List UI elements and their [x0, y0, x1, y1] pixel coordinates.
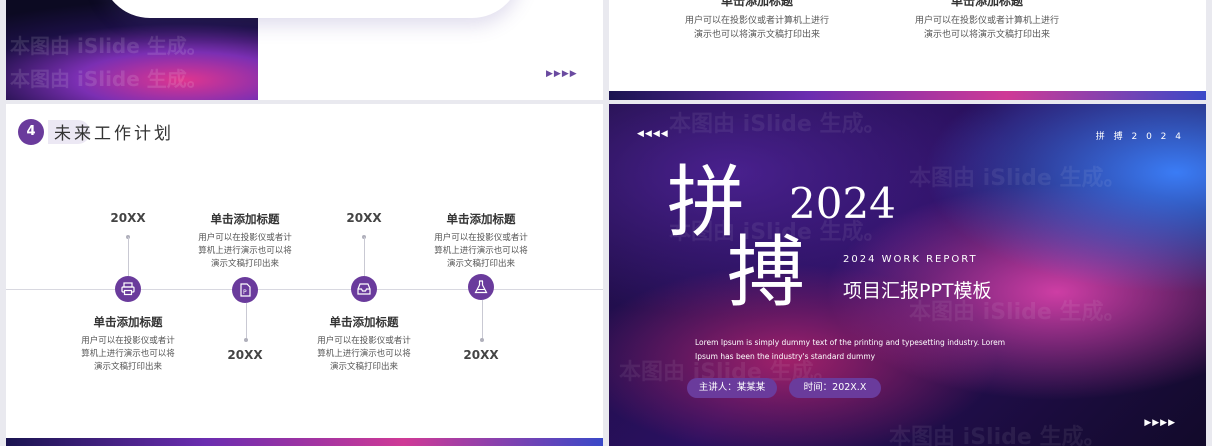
flask-icon	[474, 280, 488, 294]
feature-title: 单击添加标题	[950, 0, 1023, 8]
connector-line	[127, 237, 129, 276]
connector-dot	[244, 338, 248, 342]
slide-title: 未来工作计划	[54, 124, 174, 144]
cover-tag: 拼 搏 2 0 2 4	[1095, 132, 1184, 142]
connector-line	[481, 300, 483, 339]
watermark-text: 本图由 iSlide 生成。	[889, 425, 1106, 446]
timeline-node	[351, 276, 377, 302]
watermark-text: 本图由 iSlide 生成。	[10, 67, 207, 91]
feature-block: 单击添加标题 用户可以在投影仪或者计算机上进行 演示也可以将演示文稿打印出来	[887, 0, 1087, 42]
forward-arrows-icon: ▶▶▶▶	[1144, 418, 1176, 428]
feature-desc: 用户可以在投影仪或者计算机上进行 演示也可以将演示文稿打印出来	[684, 16, 829, 40]
connector-line	[363, 237, 365, 276]
timeline-node: P	[232, 277, 258, 303]
feature-title: 单击添加标题	[720, 0, 793, 8]
timeline-item: 单击添加标题 用户可以在投影仪或者计 算机上进行演示也可以将 演示文稿打印出来	[317, 315, 411, 372]
svg-text:P: P	[243, 289, 247, 296]
printer-icon	[121, 282, 135, 296]
time-badge: 时间：202X.X	[789, 378, 881, 398]
watermark-text: 本图由 iSlide 生成。	[909, 166, 1126, 191]
timeline-node	[468, 274, 494, 300]
timeline-year: 20XX	[227, 348, 263, 362]
cover-subtitle-en: 2024 WORK REPORT	[843, 254, 978, 265]
presenter-badge: 主讲人：某某某	[687, 378, 777, 398]
forward-arrows-icon: ▶▶▶▶	[546, 69, 578, 79]
watermark-text: 本图由 iSlide 生成。	[10, 34, 207, 58]
slide-thumbnail-top-left[interactable]: 本图由 iSlide 生成。 本图由 iSlide 生成。 ▶▶▶▶	[6, 0, 603, 100]
watermark-text: 本图由 iSlide 生成。	[669, 112, 886, 137]
cover-year: 2024	[789, 179, 896, 228]
timeline-year: 20XX	[463, 348, 499, 362]
section-number: 4	[18, 119, 44, 145]
feature-block: 单击添加标题 用户可以在投影仪或者计算机上进行 演示也可以将演示文稿打印出来	[657, 0, 857, 42]
connector-line	[245, 303, 247, 339]
gradient-bar	[6, 438, 603, 446]
document-icon: P	[240, 283, 251, 297]
timeline-item: 单击添加标题 用户可以在投影仪或者计 算机上进行演示也可以将 演示文稿打印出来	[81, 315, 175, 372]
inbox-icon	[357, 283, 371, 295]
connector-dot	[480, 338, 484, 342]
timeline-item: 单击添加标题 用户可以在投影仪或者计 算机上进行演示也可以将 演示文稿打印出来	[198, 212, 292, 269]
slide-thumbnail-cover[interactable]: 本图由 iSlide 生成。 本图由 iSlide 生成。 本图由 iSlide…	[609, 104, 1206, 446]
slide-thumbnail-top-right[interactable]: 单击添加标题 用户可以在投影仪或者计算机上进行 演示也可以将演示文稿打印出来 单…	[609, 0, 1206, 100]
cover-big-char: 搏	[727, 228, 806, 318]
cover-description: Lorem Ipsum is simply dummy text of the …	[695, 338, 1006, 361]
rounded-card	[101, 0, 521, 18]
timeline-axis	[6, 289, 603, 290]
timeline-year: 20XX	[110, 211, 146, 225]
timeline-item: 单击添加标题 用户可以在投影仪或者计 算机上进行演示也可以将 演示文稿打印出来	[434, 212, 528, 269]
feature-desc: 用户可以在投影仪或者计算机上进行 演示也可以将演示文稿打印出来	[914, 16, 1059, 40]
cover-subtitle-cn: 项目汇报PPT模板	[843, 280, 992, 302]
timeline-node	[115, 276, 141, 302]
gradient-bar	[609, 91, 1206, 100]
timeline-year: 20XX	[346, 211, 382, 225]
back-arrows-icon: ◀◀◀◀	[637, 129, 669, 139]
slide-thumbnail-plan[interactable]: 4 未来工作计划 20XX 单击添加标题 用户可以在投影仪或者计 算机上进行演示…	[6, 104, 603, 446]
